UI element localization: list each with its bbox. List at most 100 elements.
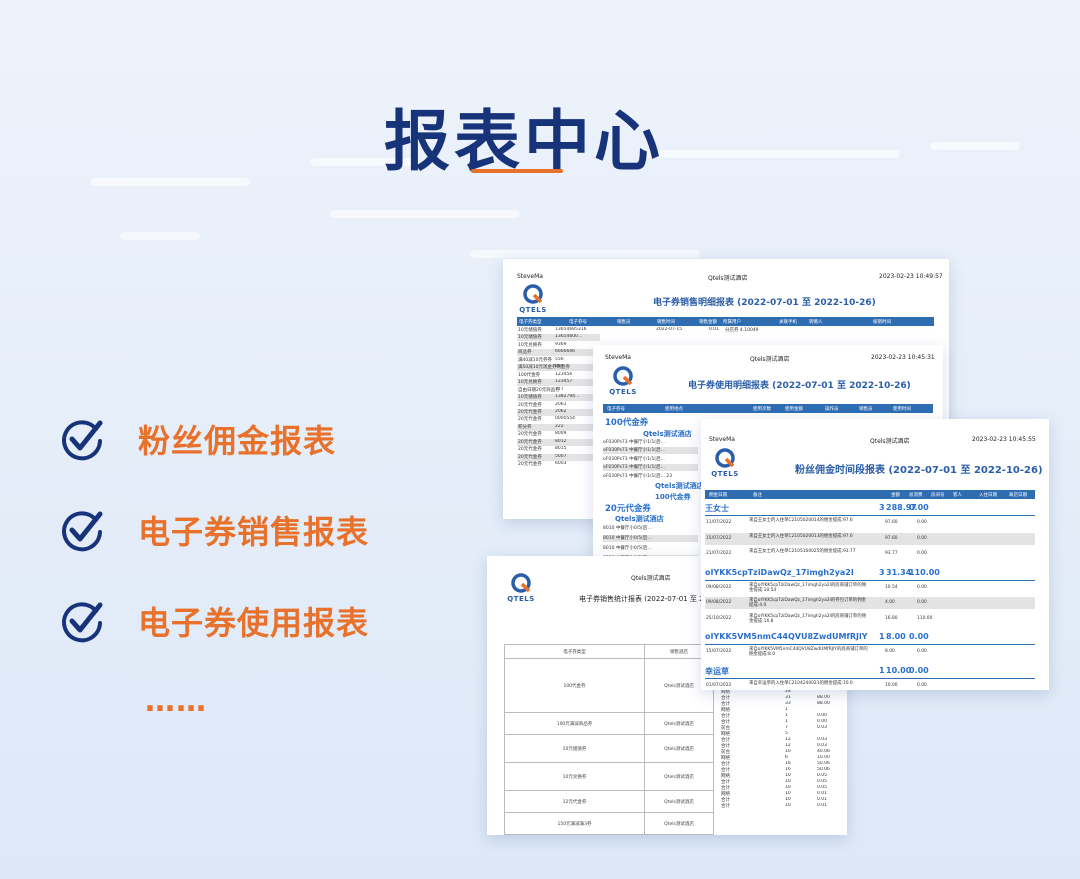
column-header: 电子券类型	[504, 644, 645, 659]
voucher-type: 商品券	[518, 350, 532, 356]
column-header: 所属用户	[723, 319, 741, 325]
table-row: 20元代金券 2061	[517, 402, 600, 409]
voucher-type: 10元兑换券	[518, 342, 542, 348]
group-name: oIYKK5cpTziDawQz_17imgh2ya2I	[705, 567, 854, 577]
commission-total: 0.00	[917, 535, 927, 541]
report-hotel: Qtels测试酒店	[631, 575, 671, 582]
qtels-logo: QTELS	[709, 447, 741, 481]
voucher-number: 222	[555, 423, 564, 429]
column-header: 操作员	[825, 406, 839, 412]
check-circle-icon	[62, 511, 103, 552]
group-amount: 31.34	[886, 567, 912, 577]
amount: 0.01	[817, 803, 828, 808]
column-header: 转赠人	[809, 319, 823, 325]
voucher-type: 10元储值券	[504, 734, 645, 763]
voucher-type: 20元代金券	[518, 417, 542, 423]
table-row: oF030Ps73 中餐厅小1/1(后...	[603, 456, 665, 462]
commission-amount: 8.00	[885, 649, 895, 654]
column-header: 使用地点	[665, 406, 683, 412]
voucher-type: 20元代金券	[518, 409, 542, 415]
voucher-number: 8009	[555, 431, 567, 437]
table-row: 20元代金券 0000554	[517, 416, 600, 423]
voucher-type: 20元代金券	[518, 402, 542, 408]
table-row: oF030Ps73 中餐厅小1/1(后...	[603, 440, 665, 445]
logo-text: QTELS	[519, 306, 547, 314]
voucher-type: 20元代金券	[518, 439, 542, 445]
column-header: 房间号	[931, 492, 945, 498]
table-row: 积分券 222	[517, 423, 600, 431]
separator	[705, 579, 1035, 581]
table-row: oF030Ps73 中餐厅小1/1(后...	[603, 447, 698, 455]
column-header: 离店日期	[1009, 492, 1027, 498]
voucher-number: 13654695316	[555, 327, 587, 332]
column-header: 备注	[753, 492, 762, 498]
bg-streak	[120, 232, 200, 240]
group-hotel: Qtels测试酒店	[643, 430, 692, 438]
commission-amount: 97.60	[885, 535, 898, 541]
voucher-type: 20元代金券	[518, 447, 542, 453]
column-header: 电子券号	[607, 406, 625, 412]
voucher-type: 10元储值券	[518, 328, 542, 333]
table-header: 电子券类型 电子券号 销售员 销售时间 销售金额 所属用户 关联手机 转赠人 核销时间	[517, 317, 934, 326]
commission-date: 21/07/2022	[706, 551, 732, 556]
group-hotel: Qtels测试酒店	[655, 482, 704, 490]
table-row: oF030Ps73 中餐厅小1/1(后... 23	[603, 473, 673, 479]
group-total: 110.00	[909, 567, 940, 577]
qtels-logo: QTELS	[607, 365, 639, 399]
commission-date: 25/10/2022	[706, 615, 732, 621]
qtels-logo: QTELS	[505, 572, 537, 606]
report-hotel: Qtels测试酒店	[708, 275, 748, 282]
commission-total: 0.00	[917, 520, 927, 525]
commission-total: 0.00	[917, 600, 927, 605]
commission-note: 来自王女士的入住单C2105160025的佣金提成:93.77	[749, 549, 856, 554]
voucher-number: 556	[555, 356, 564, 362]
commission-amount: 93.77	[885, 551, 898, 556]
voucher-type: 20元代金券	[518, 454, 542, 460]
voucher-number: 1382794...	[555, 394, 580, 400]
report-user: SteveMa	[517, 273, 543, 280]
voucher-type: 100代金券	[518, 372, 541, 378]
check-circle-icon	[62, 602, 103, 643]
group-name: 幸运草	[705, 666, 729, 676]
more-ellipsis: ……	[145, 684, 207, 719]
commission-amount: 10.54	[885, 584, 898, 590]
feature-voucher-sales: 电子券销售报表	[60, 506, 369, 554]
voucher-number: 123456	[555, 371, 573, 377]
separator	[705, 677, 1035, 679]
group-total: 0.00	[909, 503, 929, 512]
qtels-logo: QTELS	[517, 283, 549, 317]
stats-row: 12元代金券 Qtels测试酒店	[504, 790, 844, 813]
sales-hotel: Qtels测试酒店	[644, 734, 714, 763]
feature-fan-commission: 粉丝佣金报表	[60, 415, 336, 463]
commission-total: 0.00	[917, 551, 927, 556]
bg-streak	[470, 250, 700, 258]
voucher-number: 0000554	[555, 416, 576, 422]
table-row: 满40减10元券券 556	[517, 357, 600, 364]
commission-amount: 97.60	[885, 520, 898, 525]
commission-note: 来自王女士的入住单C2105020013的佣金提成:97.6	[749, 533, 853, 539]
table-row: 20元代金券 8009	[517, 431, 600, 438]
commission-note: 来自oIYKK5cpTziDawQz_17imgh2ya2I的底商铺订单的佣金提…	[749, 582, 866, 593]
voucher-number: 5007	[555, 453, 567, 459]
column-header: 使用时间	[893, 406, 911, 412]
commission-note: 来自oIYKK5VM5nmC44QVU8ZwdUMfRJlY的底商铺订单的佣金提…	[749, 647, 868, 657]
voucher-number: 8015	[555, 446, 567, 452]
column-header: 使用次数	[753, 406, 771, 412]
group-name: 王女士	[705, 504, 729, 513]
column-header: 电子券号	[569, 319, 587, 325]
report-hotel: Qtels测试酒店	[750, 356, 790, 363]
report-timestamp: 2023-02-23 10:45:31	[871, 354, 935, 361]
column-header: 客人	[953, 492, 962, 498]
group-hotel: Qtels测试酒店	[615, 515, 664, 523]
group-name: oIYKK5VM5nmC44QVU8ZwdUMfRJlY	[705, 632, 868, 641]
report-title: 粉丝佣金时间段报表 (2022-07-01 至 2022-10-26)	[795, 465, 1043, 476]
report-user: SteveMa	[709, 436, 735, 443]
empty-cell	[714, 813, 844, 835]
commission-date: 01/07/2022	[706, 682, 732, 688]
voucher-type: 150元满减满3券	[504, 812, 645, 835]
column-header: 销售金额	[699, 319, 717, 325]
voucher-type: 100代金券	[504, 658, 645, 713]
sales-hotel: Qtels测试酒店	[644, 762, 714, 791]
report-title: 电子券使用明细报表 (2022-07-01 至 2022-10-26)	[688, 381, 911, 391]
column-header: 入住日期	[979, 492, 997, 498]
